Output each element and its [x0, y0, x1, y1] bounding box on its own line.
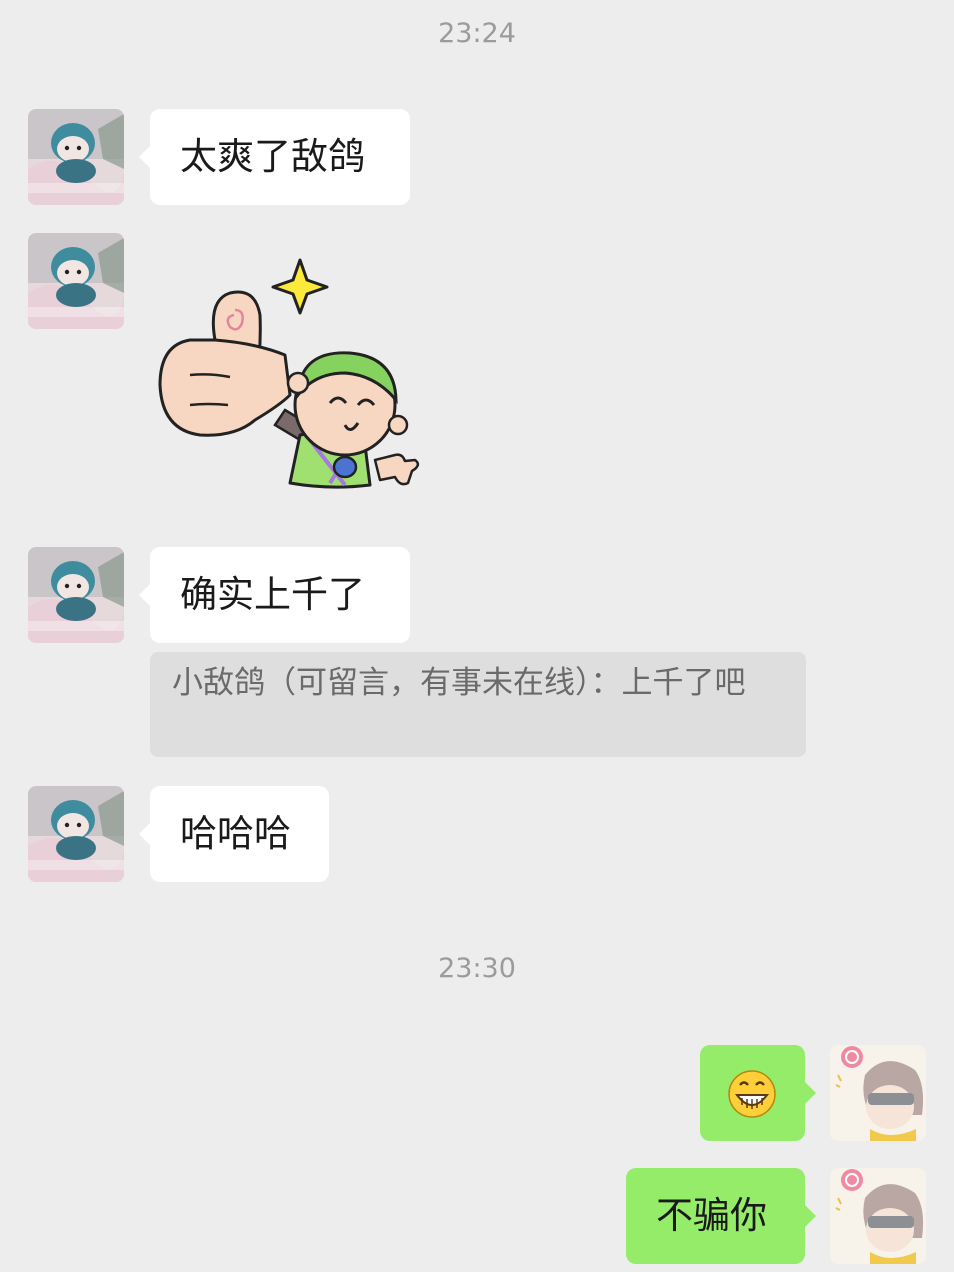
my-avatar[interactable]: [830, 1045, 926, 1141]
anime-girl-avatar-icon: [830, 1045, 926, 1141]
plush-doll-avatar-icon: [28, 547, 124, 643]
emoji-message-bubble[interactable]: [700, 1045, 816, 1141]
plush-doll-avatar-icon: [28, 233, 124, 329]
contact-avatar[interactable]: [28, 233, 124, 329]
timestamp: 23:24: [438, 18, 516, 49]
quoted-message[interactable]: 小敌鸽（可留言，有事未在线）：上千了吧: [150, 652, 806, 757]
message-bubble[interactable]: 确实上千了: [139, 547, 410, 643]
contact-avatar[interactable]: [28, 109, 124, 205]
grinning-face-emoji-icon: [728, 1070, 776, 1118]
contact-avatar[interactable]: [28, 786, 124, 882]
message-bubble[interactable]: 哈哈哈: [139, 786, 329, 882]
plush-doll-avatar-icon: [28, 109, 124, 205]
plush-doll-avatar-icon: [28, 786, 124, 882]
message-bubble[interactable]: 太爽了敌鸽: [139, 109, 410, 205]
my-avatar[interactable]: [830, 1168, 926, 1264]
message-bubble[interactable]: 不骗你: [626, 1168, 816, 1264]
anime-girl-avatar-icon: [830, 1168, 926, 1264]
thumbs-up-character-sticker-icon: [158, 258, 420, 489]
contact-avatar[interactable]: [28, 547, 124, 643]
timestamp: 23:30: [438, 953, 516, 984]
sticker-message[interactable]: [150, 255, 440, 500]
